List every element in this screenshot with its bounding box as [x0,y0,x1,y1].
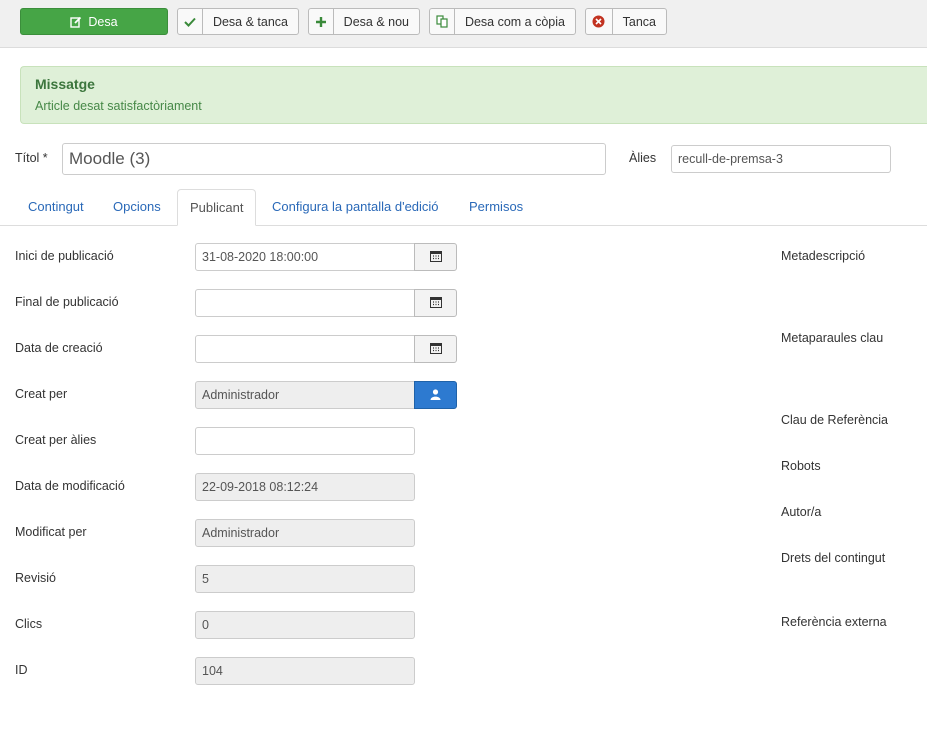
check-icon [178,9,203,34]
publish-down-label: Final de publicació [15,295,119,309]
save-close-label: Desa & tanca [212,14,288,29]
created-date-label: Data de creació [15,341,103,355]
publish-up-label: Inici de publicació [15,249,114,263]
publish-up-input[interactable]: 31-08-2020 18:00:00 [195,243,415,271]
title-label: Títol * [15,151,48,165]
external-reference-label: Referència externa [781,615,887,629]
tab-publishing[interactable]: Publicant [177,189,257,226]
alert-heading: Missatge [35,76,95,92]
hits-label: Clics [15,617,43,631]
save-close-button[interactable]: Desa & tanca [177,8,299,35]
tab-permissions[interactable]: Permisos [457,189,535,225]
calendar-icon [429,296,442,311]
created-by-label: Creat per [15,387,68,401]
tab-editor-config[interactable]: Configura la pantalla d'edició [260,189,451,225]
save-button-label: Desa [88,14,118,29]
cancel-circle-icon [586,9,613,34]
modified-by-field: Administrador [195,519,415,547]
created-date-input[interactable] [195,335,415,363]
alias-input[interactable] [671,145,891,173]
id-label: ID [15,663,28,677]
alert-message: Article desat satisfactòriament [35,99,202,113]
created-by-input: Administrador [195,381,415,409]
revision-field: 5 [195,565,415,593]
created-by-alias-label: Creat per àlies [15,433,97,447]
alias-label: Àlies [629,151,657,165]
calendar-icon [429,342,442,357]
author-label: Autor/a [781,505,822,519]
id-field: 104 [195,657,415,685]
tab-options[interactable]: Opcions [101,189,173,225]
save-new-button[interactable]: Desa & nou [308,8,420,35]
modified-date-field: 22-09-2018 08:12:24 [195,473,415,501]
save-copy-label: Desa com a còpia [464,14,565,29]
copy-icon [430,9,455,34]
toolbar: Desa Desa & tanca Desa & nou Desa com a … [0,0,927,48]
created-date-calendar-button[interactable] [414,335,457,363]
modified-by-label: Modificat per [15,525,87,539]
plus-icon [309,9,334,34]
save-copy-button[interactable]: Desa com a còpia [429,8,576,35]
hits-field: 0 [195,611,415,639]
success-alert: Missatge Article desat satisfactòriament [20,66,927,124]
content-rights-label: Drets del contingut [781,551,886,565]
revision-label: Revisió [15,571,56,585]
select-user-button[interactable] [414,381,457,409]
tab-content[interactable]: Contingut [16,189,96,225]
close-label: Tanca [622,14,656,29]
publish-down-calendar-button[interactable] [414,289,457,317]
title-input[interactable] [62,143,606,175]
created-by-alias-input[interactable] [195,427,415,455]
publish-up-calendar-button[interactable] [414,243,457,271]
modified-date-label: Data de modificació [15,479,125,493]
user-icon [430,388,441,403]
calendar-icon [429,250,442,265]
tab-bar: Contingut Opcions Publicant Configura la… [0,189,927,226]
close-button[interactable]: Tanca [585,8,667,35]
edit-icon [70,9,82,34]
save-new-label: Desa & nou [343,14,409,29]
publish-down-input[interactable] [195,289,415,317]
meta-keywords-label: Metaparaules clau [781,331,884,345]
save-button[interactable]: Desa [20,8,168,35]
meta-description-label: Metadescripció [781,249,866,263]
robots-label: Robots [781,459,821,473]
reference-key-label: Clau de Referència [781,413,889,427]
